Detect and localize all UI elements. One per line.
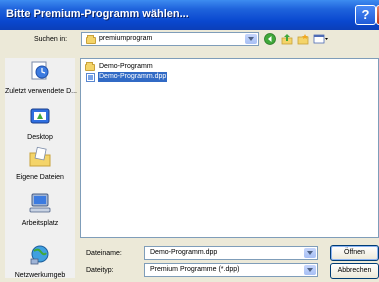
recent-documents-icon xyxy=(31,61,49,80)
list-item-selected[interactable]: Demo-Programm.dpp xyxy=(85,72,205,82)
lookin-value: premiumprogram xyxy=(99,35,153,42)
list-item[interactable]: Demo-Programm xyxy=(85,62,205,72)
place-my-computer[interactable]: Arbeitsplatz xyxy=(5,192,75,228)
file-list[interactable]: Demo-Programm Demo-Programm.dpp xyxy=(80,58,379,238)
title-bar[interactable]: Bitte Premium-Programm wählen... ? X xyxy=(0,0,379,30)
views-menu-icon[interactable] xyxy=(313,33,329,45)
filename-value: Demo-Programm.dpp xyxy=(150,249,218,256)
window-title: Bitte Premium-Programm wählen... xyxy=(6,8,189,20)
place-desktop[interactable]: Desktop xyxy=(5,106,75,142)
chevron-down-icon[interactable] xyxy=(304,248,316,258)
folder-icon xyxy=(85,62,95,71)
filetype-select[interactable]: Premium Programme (*.dpp) xyxy=(144,263,318,277)
folder-icon xyxy=(86,35,96,44)
place-label: Eigene Dateien xyxy=(16,174,64,181)
place-label: Desktop xyxy=(27,134,53,141)
file-name: Demo-Programm xyxy=(99,63,153,70)
lookin-dropdown[interactable]: premiumprogram xyxy=(81,32,259,46)
place-label: Zuletzt verwendete D... xyxy=(5,88,77,95)
file-icon xyxy=(86,73,95,82)
help-button[interactable]: ? xyxy=(355,5,376,25)
places-bar: Zuletzt verwendete D... Desktop Eigene D… xyxy=(5,58,77,280)
filename-input[interactable]: Demo-Programm.dpp xyxy=(144,246,318,260)
filetype-value: Premium Programme (*.dpp) xyxy=(150,266,240,273)
network-places-icon xyxy=(30,245,49,265)
chevron-down-icon[interactable] xyxy=(245,34,257,44)
chevron-down-icon[interactable] xyxy=(304,265,316,275)
file-open-dialog: Bitte Premium-Programm wählen... ? X Suc… xyxy=(0,0,379,282)
desktop-icon xyxy=(30,108,50,124)
file-name: Demo-Programm.dpp xyxy=(98,72,168,82)
up-folder-icon[interactable] xyxy=(281,33,293,45)
place-network[interactable]: Netzwerkumgeb xyxy=(5,244,75,280)
lookin-label: Suchen in: xyxy=(34,36,68,43)
place-label: Arbeitsplatz xyxy=(21,220,59,227)
new-folder-icon[interactable] xyxy=(297,33,309,45)
filetype-label: Dateityp: xyxy=(86,267,114,274)
filename-label: Dateiname: xyxy=(86,250,122,257)
place-my-documents[interactable]: Eigene Dateien xyxy=(5,146,75,182)
my-documents-icon xyxy=(29,146,51,167)
my-computer-icon xyxy=(29,193,51,213)
open-button[interactable]: Öffnen xyxy=(330,245,379,261)
place-label: Netzwerkumgeb xyxy=(14,272,66,279)
cancel-button[interactable]: Abbrechen xyxy=(330,263,379,279)
back-icon[interactable] xyxy=(264,33,276,45)
place-recent[interactable]: Zuletzt verwendete D... xyxy=(5,60,77,96)
